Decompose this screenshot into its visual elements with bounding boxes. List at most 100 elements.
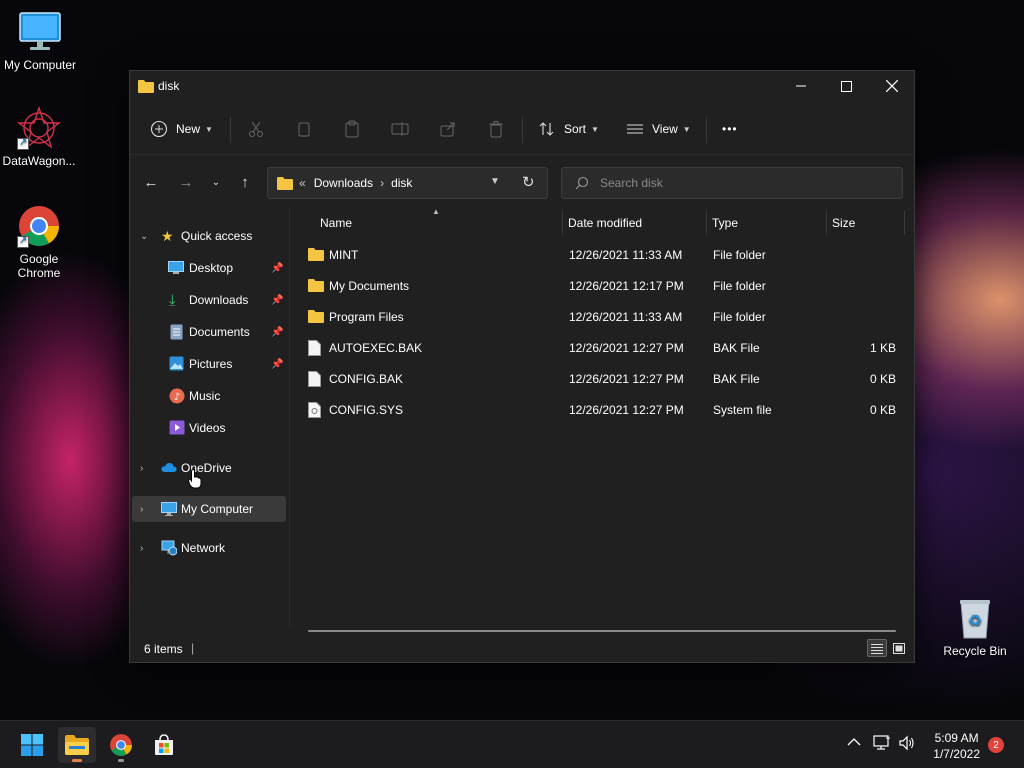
start-button[interactable] — [13, 727, 51, 763]
share-button[interactable] — [439, 115, 457, 143]
sidebar-item-videos[interactable]: Videos — [130, 416, 290, 440]
recent-locations-button[interactable]: ⌄ — [205, 171, 227, 193]
minimize-button[interactable] — [778, 71, 824, 101]
chevron-right-icon[interactable]: › — [140, 463, 143, 474]
system-file-icon — [308, 402, 321, 421]
folder-icon — [277, 176, 293, 190]
sidebar-item-network[interactable]: › Network — [130, 536, 285, 560]
column-header-date-modified[interactable]: Date modified — [563, 207, 703, 239]
show-hidden-icons-button[interactable] — [847, 735, 861, 752]
table-row[interactable]: MINT 12/26/2021 11:33 AM File folder — [292, 240, 912, 270]
file-date-modified: 12/26/2021 12:27 PM — [569, 341, 684, 355]
maximize-button[interactable] — [823, 71, 869, 101]
pin-icon[interactable]: 📌 — [271, 263, 283, 274]
delete-button[interactable] — [487, 115, 505, 143]
copy-button[interactable] — [295, 115, 313, 143]
taskbar-google-chrome[interactable] — [102, 727, 140, 763]
column-header-size[interactable]: Size — [827, 207, 902, 239]
clock-button[interactable]: 5:09 AM 1/7/2022 — [933, 730, 980, 762]
chevron-up-icon — [847, 738, 861, 746]
close-button[interactable] — [869, 71, 915, 101]
file-list: ▲ Name Date modified Type Size MINT 12/26… — [292, 207, 912, 632]
sidebar-item-label: Desktop — [189, 261, 234, 275]
back-button[interactable]: ← — [140, 171, 162, 193]
paste-button[interactable] — [343, 115, 361, 143]
sidebar-item-quick-access[interactable]: ⌄ ★ Quick access — [130, 224, 285, 248]
breadcrumb-disk[interactable]: disk — [391, 176, 412, 190]
sidebar-item-downloads[interactable]: ⤓ Downloads 📌 — [130, 288, 290, 312]
address-bar[interactable]: « Downloads › disk ▼ ↻ — [267, 167, 548, 199]
table-row[interactable]: CONFIG.BAK 12/26/2021 12:27 PM BAK File 0 K… — [292, 364, 912, 394]
refresh-button[interactable]: ↻ — [522, 173, 535, 191]
pin-icon[interactable]: 📌 — [271, 295, 283, 306]
pin-icon[interactable]: 📌 — [271, 359, 283, 370]
star-icon: ★ — [161, 227, 174, 244]
up-button[interactable]: ↑ — [234, 171, 256, 193]
sidebar-item-pictures[interactable]: Pictures 📌 — [130, 352, 290, 376]
column-header-name[interactable]: Name — [308, 207, 558, 239]
file-date-modified: 12/26/2021 12:27 PM — [569, 403, 684, 417]
cloud-icon — [161, 462, 177, 476]
cut-button[interactable] — [247, 115, 265, 143]
toolbar-divider — [706, 117, 707, 143]
refresh-icon: ↻ — [522, 174, 535, 191]
file-icon — [308, 371, 321, 390]
table-row[interactable]: AUTOEXEC.BAK 12/26/2021 12:27 PM BAK File 1… — [292, 333, 912, 363]
desktop-icon-recycle-bin[interactable]: ♻ Recycle Bin — [935, 596, 1015, 658]
view-list-icon — [627, 124, 643, 134]
network-status-button[interactable] — [873, 735, 891, 754]
sidebar-item-onedrive[interactable]: › OneDrive — [130, 456, 285, 480]
search-box[interactable] — [561, 167, 903, 199]
pin-icon[interactable]: 📌 — [271, 327, 283, 338]
address-history-button[interactable]: ▼ — [490, 176, 500, 187]
breadcrumb-overflow[interactable]: « — [299, 176, 306, 190]
taskbar-microsoft-store[interactable] — [145, 727, 183, 763]
desktop-icon-my-computer[interactable]: My Computer — [0, 10, 80, 72]
navigation-bar: ← → ⌄ ↑ « Downloads › disk ▼ ↻ — [130, 155, 914, 207]
sort-button[interactable]: Sort ▼ — [538, 115, 599, 143]
title-bar[interactable]: disk — [130, 71, 914, 103]
chrome-icon — [17, 204, 61, 248]
new-button-label: New — [176, 122, 201, 136]
large-icons-view-button[interactable] — [889, 639, 909, 657]
search-input[interactable] — [600, 176, 890, 190]
sidebar-item-music[interactable]: ♪ Music — [130, 384, 290, 408]
chevron-down-icon: ▼ — [682, 124, 691, 134]
details-view-button[interactable] — [867, 639, 887, 657]
new-button[interactable]: New ▼ — [150, 115, 213, 143]
view-button[interactable]: View ▼ — [626, 115, 691, 143]
network-wired-icon — [873, 735, 890, 750]
file-icon — [308, 340, 321, 359]
column-header-type[interactable]: Type — [707, 207, 823, 239]
forward-button[interactable]: → — [175, 171, 197, 193]
taskbar-file-explorer[interactable] — [58, 727, 96, 763]
sidebar-item-desktop[interactable]: Desktop 📌 — [130, 256, 290, 280]
file-name: MINT — [329, 248, 359, 262]
file-name: CONFIG.SYS — [329, 403, 404, 417]
table-row[interactable]: Program Files 12/26/2021 11:33 AM File fol… — [292, 302, 912, 332]
column-header-label: Type — [712, 216, 739, 230]
sidebar-item-my-computer[interactable]: › My Computer — [132, 496, 286, 522]
file-name: AUTOEXEC.BAK — [329, 341, 423, 355]
file-date-modified: 12/26/2021 11:33 AM — [569, 248, 683, 262]
chevron-right-icon[interactable]: › — [140, 543, 143, 554]
hand-cursor-icon — [187, 469, 202, 492]
document-icon — [170, 324, 183, 343]
column-divider[interactable] — [904, 211, 905, 235]
file-name: My Documents — [329, 279, 410, 293]
desktop-icon-datawagon[interactable]: DataWagon... — [0, 105, 79, 168]
table-row[interactable]: My Documents 12/26/2021 12:17 PM File fold… — [292, 271, 912, 301]
chevron-down-icon[interactable]: ⌄ — [140, 231, 148, 242]
chevron-right-icon[interactable]: › — [140, 504, 143, 515]
table-row[interactable]: CONFIG.SYS 12/26/2021 12:27 PM System file… — [292, 395, 912, 425]
svg-text:♻: ♻ — [968, 611, 982, 630]
more-options-button[interactable]: ••• — [722, 115, 738, 143]
horizontal-scrollbar[interactable] — [308, 630, 896, 632]
breadcrumb-downloads[interactable]: Downloads — [314, 176, 373, 190]
sidebar-item-documents[interactable]: Documents 📌 — [130, 320, 290, 344]
notification-badge[interactable]: 2 — [988, 737, 1004, 753]
rename-button[interactable] — [391, 115, 409, 143]
picture-icon — [169, 356, 184, 374]
desktop-icon-google-chrome[interactable]: Google Chrome — [0, 204, 79, 280]
volume-button[interactable] — [899, 735, 915, 754]
